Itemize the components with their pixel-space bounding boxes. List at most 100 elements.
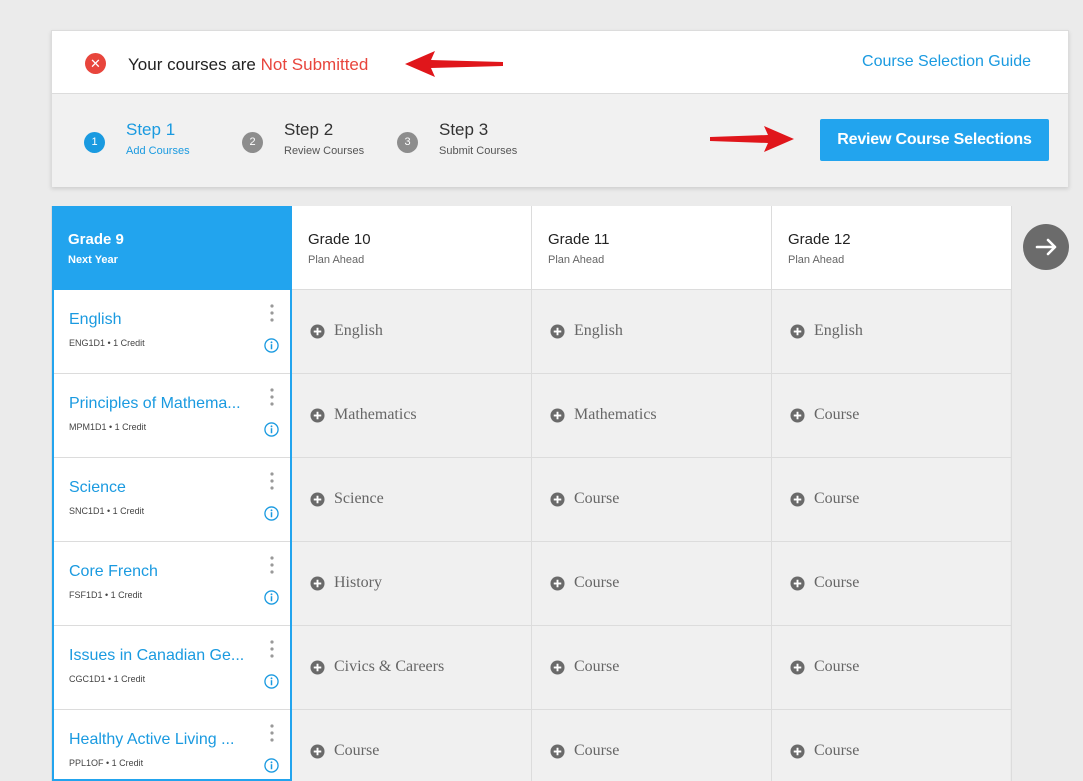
plus-circle-icon [550, 324, 565, 339]
grade-11-column: Grade 11 Plan Ahead English Mathematics Co… [532, 206, 772, 781]
slot-label: Course [574, 658, 620, 675]
kebab-menu-icon[interactable] [270, 472, 274, 490]
plus-circle-icon [790, 408, 805, 423]
add-course-slot[interactable]: Course [772, 626, 1012, 710]
course-card[interactable]: Healthy Active Living ... PPL1OF • 1 Cred… [54, 710, 290, 781]
course-code: PPL1OF [69, 758, 104, 768]
add-course-slot[interactable]: Civics & Careers [292, 626, 532, 710]
info-icon[interactable] [264, 590, 279, 605]
plus-circle-icon [310, 660, 325, 675]
course-credit: 1 Credit [111, 758, 144, 768]
kebab-menu-icon[interactable] [270, 388, 274, 406]
grade-9-course-list: English ENG1D1 • 1 Credit Principles of Ma… [52, 290, 292, 781]
add-course-slot[interactable]: Course [532, 458, 772, 542]
info-icon[interactable] [264, 674, 279, 689]
slot-label: Course [814, 742, 860, 759]
slot-label: Course [574, 574, 620, 591]
course-code: SNC1D1 [69, 506, 105, 516]
add-course-slot[interactable]: Course [532, 710, 772, 781]
course-name[interactable]: Principles of Mathema... [69, 395, 241, 413]
slot-label: Course [814, 574, 860, 591]
course-credit: 1 Credit [114, 422, 147, 432]
info-icon[interactable] [264, 422, 279, 437]
add-course-slot[interactable]: Science [292, 458, 532, 542]
course-card[interactable]: Core French FSF1D1 • 1 Credit [54, 542, 290, 626]
slot-label: Civics & Careers [334, 658, 445, 675]
add-course-slot[interactable]: History [292, 542, 532, 626]
kebab-menu-icon[interactable] [270, 640, 274, 658]
course-name[interactable]: Science [69, 479, 126, 497]
add-course-slot[interactable]: Course [772, 374, 1012, 458]
course-code-credit: MPM1D1 • 1 Credit [69, 422, 147, 432]
grade-column-header[interactable]: Grade 10 Plan Ahead [292, 206, 532, 290]
course-name[interactable]: Healthy Active Living ... [69, 731, 234, 749]
course-credit: 1 Credit [110, 590, 143, 600]
plus-circle-icon [310, 492, 325, 507]
plus-circle-icon [550, 408, 565, 423]
add-course-slot[interactable]: Course [532, 542, 772, 626]
add-course-slot[interactable]: Mathematics [532, 374, 772, 458]
slot-label: Course [814, 658, 860, 675]
step-title: Step 3 [439, 120, 489, 139]
add-course-slot[interactable]: Mathematics [292, 374, 532, 458]
slot-label: Course [334, 742, 380, 759]
add-course-slot[interactable]: English [292, 290, 532, 374]
add-course-slot[interactable]: Course [772, 458, 1012, 542]
grade-period: Plan Ahead [308, 254, 365, 266]
kebab-menu-icon[interactable] [270, 556, 274, 574]
course-card[interactable]: English ENG1D1 • 1 Credit [54, 290, 290, 374]
course-code-credit: PPL1OF • 1 Credit [69, 758, 144, 768]
grade-period: Next Year [68, 254, 118, 266]
plus-circle-icon [790, 324, 805, 339]
course-card[interactable]: Issues in Canadian Ge... CGC1D1 • 1 Credi… [54, 626, 290, 710]
course-credit: 1 Credit [113, 674, 146, 684]
plus-circle-icon [550, 576, 565, 591]
course-credit: 1 Credit [112, 506, 145, 516]
grade-12-column: Grade 12 Plan Ahead English Course Course C… [772, 206, 1012, 781]
add-course-slot[interactable]: Course [772, 542, 1012, 626]
grade-column-header[interactable]: Grade 11 Plan Ahead [532, 206, 772, 290]
course-name[interactable]: Core French [69, 563, 158, 581]
plus-circle-icon [310, 744, 325, 759]
add-course-slot[interactable]: English [772, 290, 1012, 374]
step-number-badge: 3 [397, 132, 418, 153]
step-number-badge: 2 [242, 132, 263, 153]
add-course-slot[interactable]: Course [532, 626, 772, 710]
course-name[interactable]: Issues in Canadian Ge... [69, 647, 244, 665]
course-selection-guide-link[interactable]: Course Selection Guide [862, 53, 1031, 71]
info-icon[interactable] [264, 506, 279, 521]
grade-column-header[interactable]: Grade 9 Next Year [52, 206, 292, 290]
grade-column-header[interactable]: Grade 12 Plan Ahead [772, 206, 1012, 290]
course-code: CGC1D1 [69, 674, 106, 684]
slot-label: History [334, 574, 382, 591]
info-icon[interactable] [264, 758, 279, 773]
kebab-menu-icon[interactable] [270, 724, 274, 742]
course-plan-grid: Grade 9 Next Year English ENG1D1 • 1 Cred… [51, 206, 1012, 781]
grade-10-column: Grade 10 Plan Ahead English Mathematics Sc… [292, 206, 532, 781]
plus-circle-icon [310, 408, 325, 423]
grade-label: Grade 10 [308, 231, 371, 248]
next-grades-button[interactable] [1023, 224, 1069, 270]
course-name[interactable]: English [69, 311, 121, 329]
course-credit: 1 Credit [113, 338, 145, 348]
step-title: Step 1 [126, 120, 176, 139]
slot-label: English [814, 322, 863, 339]
course-card[interactable]: Science SNC1D1 • 1 Credit [54, 458, 290, 542]
slot-label: Mathematics [574, 406, 657, 423]
slot-label: English [334, 322, 383, 339]
kebab-menu-icon[interactable] [270, 304, 274, 322]
submission-status-panel: ✕ Your courses are Not Submitted Course … [51, 30, 1069, 187]
plus-circle-icon [790, 660, 805, 675]
plus-circle-icon [550, 744, 565, 759]
review-course-selections-button[interactable]: Review Course Selections [820, 119, 1049, 161]
course-card[interactable]: Principles of Mathema... MPM1D1 • 1 Credi… [54, 374, 290, 458]
plus-circle-icon [790, 492, 805, 507]
info-icon[interactable] [264, 338, 279, 353]
course-code-credit: SNC1D1 • 1 Credit [69, 506, 145, 516]
add-course-slot[interactable]: Course [292, 710, 532, 781]
slot-label: Course [814, 490, 860, 507]
add-course-slot[interactable]: English [532, 290, 772, 374]
step-subtitle: Submit Courses [439, 145, 518, 157]
add-course-slot[interactable]: Course [772, 710, 1012, 781]
status-value: Not Submitted [260, 55, 369, 74]
